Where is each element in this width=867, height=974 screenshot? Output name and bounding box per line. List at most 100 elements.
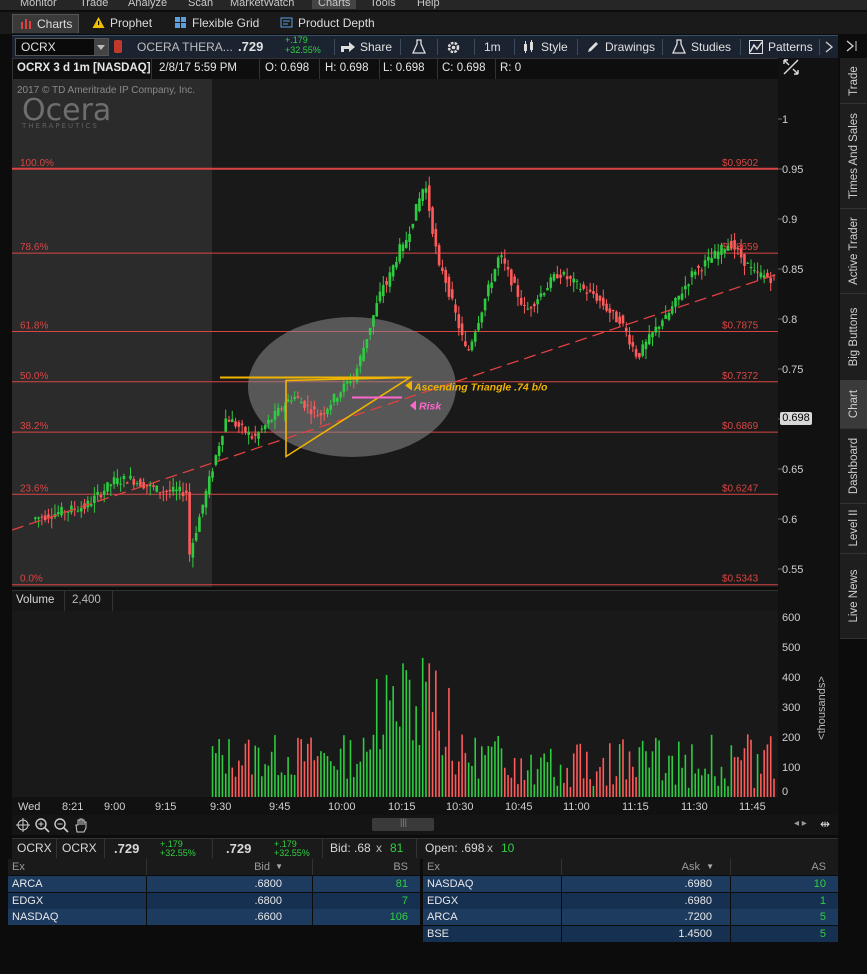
sort-down-icon[interactable]: ▼: [706, 859, 714, 875]
col-divider: [146, 859, 147, 875]
drawings-button[interactable]: Drawings: [586, 38, 655, 56]
style-button[interactable]: Style: [522, 38, 568, 56]
zoom-in-icon[interactable]: [34, 817, 50, 836]
candle-body: [526, 308, 530, 310]
volume-bar: [441, 755, 444, 797]
pan-hand-icon[interactable]: [73, 817, 89, 836]
menu-item-analyze[interactable]: Analyze: [128, 0, 167, 9]
gadget-tab-dashboard[interactable]: Dashboard: [840, 428, 867, 504]
volume-label: Volume: [16, 594, 55, 606]
candle-body: [178, 486, 182, 492]
col-header-exchange[interactable]: Ex: [427, 859, 440, 875]
col-header-size[interactable]: AS: [811, 859, 826, 875]
col-header-price[interactable]: Bid: [254, 859, 270, 875]
tab-flexible-grid[interactable]: Flexible Grid: [168, 14, 265, 32]
menu-item-tools[interactable]: Tools: [370, 0, 396, 9]
candle-body: [592, 291, 595, 294]
share-button[interactable]: Share: [340, 38, 392, 56]
candle-body: [125, 482, 129, 484]
candle-body: [690, 271, 694, 278]
volume-bar: [389, 700, 391, 797]
price-chart[interactable]: 2017 © TD Ameritrade IP Company, Inc. Oc…: [12, 79, 778, 587]
table-row[interactable]: ARCA .6800 81: [8, 876, 420, 892]
style-label: Style: [541, 40, 568, 54]
col-header-size[interactable]: BS: [393, 859, 408, 875]
gear-icon[interactable]: [446, 38, 461, 56]
gadget-tab-live-news[interactable]: Live News: [840, 553, 867, 639]
candle-body: [119, 483, 122, 485]
candle-body: [427, 185, 431, 211]
volume-bar: [760, 773, 762, 797]
level2-symbol-select[interactable]: OCRX: [62, 839, 97, 858]
volume-bar: [221, 754, 224, 797]
volume-bar: [467, 762, 470, 797]
menu-item-marketwatch[interactable]: MarketWatch: [230, 0, 294, 9]
tab-prophet[interactable]: Prophet: [86, 14, 158, 32]
candle-body: [70, 505, 73, 513]
menu-item-trade[interactable]: Trade: [80, 0, 108, 9]
col-divider: [146, 876, 147, 892]
volume-chart[interactable]: [12, 611, 778, 797]
candle-body: [168, 489, 172, 492]
candle-body: [536, 299, 539, 305]
expand-icon[interactable]: [824, 38, 834, 56]
candle-body: [388, 272, 392, 287]
volume-bar: [553, 776, 555, 797]
reset-zoom-icon[interactable]: [782, 58, 800, 79]
sort-down-icon[interactable]: ▼: [275, 859, 283, 875]
volume-bar: [402, 663, 404, 797]
candle-body: [608, 308, 612, 313]
flask-icon[interactable]: [411, 38, 427, 56]
expand-time-icon[interactable]: ⇹: [820, 817, 830, 831]
studies-button[interactable]: Studies: [672, 38, 731, 56]
candle-body: [441, 267, 444, 272]
menu-item-scan[interactable]: Scan: [188, 0, 213, 9]
gadget-tab-active-trader[interactable]: Active Trader: [840, 208, 867, 294]
candle-body: [624, 327, 628, 332]
gadget-tab-chart[interactable]: Chart: [840, 380, 867, 429]
table-row[interactable]: BSE 1.4500 5: [423, 925, 838, 942]
volume-bar: [375, 678, 378, 797]
candle-body: [385, 281, 388, 285]
volume-bar: [490, 746, 493, 797]
pencil-icon: [588, 42, 598, 52]
menu-item-charts[interactable]: Charts: [312, 0, 357, 9]
volume-bar: [605, 785, 608, 797]
fib-pct-label: 50.0%: [20, 371, 48, 382]
tab-product-depth[interactable]: Product Depth: [274, 14, 381, 32]
scroll-left-icon[interactable]: ◂ ▸: [794, 818, 807, 829]
menu-item-help[interactable]: Help: [417, 0, 440, 9]
chart-scrollbar-thumb[interactable]: |||: [372, 817, 434, 831]
link-icon[interactable]: [114, 40, 122, 53]
fib-price-label: $0.6247: [722, 483, 759, 494]
candle-body: [207, 476, 211, 495]
patterns-button[interactable]: Patterns: [749, 38, 813, 56]
share-icon: [341, 42, 355, 52]
volume-bar: [599, 766, 601, 797]
gadget-tab-times-and-sales[interactable]: Times And Sales: [840, 103, 867, 209]
volume-bar: [366, 751, 368, 797]
candle-body: [309, 409, 313, 415]
candle-body: [355, 368, 359, 383]
volume-bar: [717, 785, 719, 797]
gadget-tab-big-buttons[interactable]: Big Buttons: [840, 293, 867, 381]
candle-body: [191, 543, 195, 558]
gadget-tab-trade[interactable]: Trade: [840, 58, 867, 104]
candle-body: [631, 342, 635, 347]
crosshair-icon[interactable]: [15, 817, 31, 836]
table-row[interactable]: NASDAQ .6600 106: [8, 909, 420, 925]
table-row[interactable]: ARCA .7200 5: [423, 909, 838, 925]
chevron-down-icon[interactable]: [94, 39, 108, 55]
col-header-price[interactable]: Ask: [682, 859, 700, 875]
table-row[interactable]: EDGX .6800 7: [8, 892, 420, 909]
collapse-panel-icon[interactable]: [842, 38, 862, 57]
zoom-out-icon[interactable]: [53, 817, 69, 836]
gadget-tab-level-ii[interactable]: Level II: [840, 503, 867, 554]
col-header-exchange[interactable]: Ex: [12, 859, 25, 875]
table-row[interactable]: EDGX .6980 1: [423, 892, 838, 909]
table-row[interactable]: NASDAQ .6980 10: [423, 876, 838, 892]
menu-item-monitor[interactable]: Monitor: [20, 0, 57, 9]
interval-button[interactable]: 1m: [484, 38, 501, 56]
symbol-input[interactable]: OCRX: [15, 38, 109, 56]
tab-charts[interactable]: Charts: [12, 14, 80, 33]
